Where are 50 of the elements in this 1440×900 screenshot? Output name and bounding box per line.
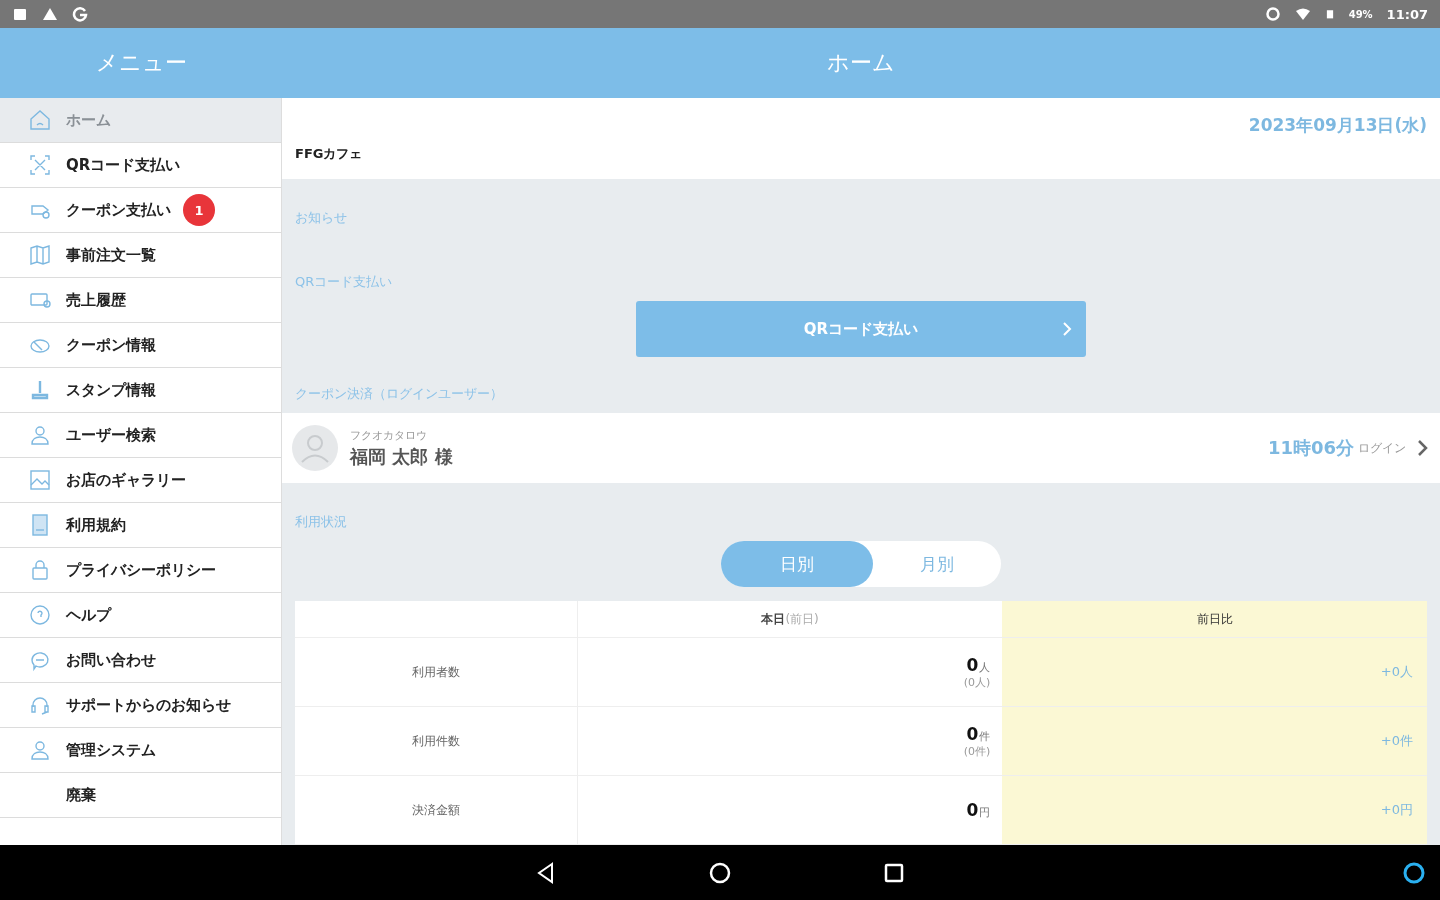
login-time: 11時06分: [1267, 436, 1354, 460]
name-reading: フクオカタロウ: [350, 427, 428, 443]
unit: 件: [979, 729, 991, 743]
date: 2023年09月13日(水): [1248, 114, 1427, 137]
difference: +0件: [1380, 733, 1413, 748]
difference: +0人: [1380, 664, 1413, 679]
battery-level: 49%: [1348, 8, 1373, 20]
avatar-icon: [292, 425, 338, 471]
unit: 人: [979, 660, 991, 674]
section-heading: お知らせ: [294, 210, 348, 225]
row-label: 決済金額: [412, 802, 460, 817]
previous-value: (0件): [963, 743, 991, 759]
row-label: 利用件数: [412, 733, 460, 748]
shop-name: FFGカフェ: [295, 146, 363, 161]
clock: 11:07: [1386, 6, 1428, 22]
chevron-icon: [1416, 438, 1430, 458]
g-shaped-icon: [72, 6, 88, 22]
warning-icon: [42, 6, 58, 22]
unit: 円: [979, 806, 991, 819]
section-heading: QRコード支払い: [294, 273, 394, 291]
column-header: 前日比: [1196, 611, 1233, 626]
value: 0: [966, 654, 979, 675]
wifi-icon: [1294, 6, 1311, 22]
home-icon[interactable]: [708, 860, 732, 885]
column-header: 本日: [761, 611, 786, 626]
section-heading: 利用状況: [294, 513, 348, 531]
help-icon: [28, 603, 52, 627]
user-name: 福岡 太郎 様: [350, 444, 453, 469]
value: 0: [966, 723, 979, 744]
column-note: (前日): [785, 611, 819, 626]
user-row[interactable]: フクオカタロウ 福岡 太郎 様 11時06分 ログイン: [282, 413, 1440, 483]
notification-badge: 1: [183, 194, 215, 226]
home-icon: [28, 108, 52, 132]
image-icon: [28, 468, 52, 492]
qr-scan-icon: [28, 153, 52, 177]
value: 0: [966, 800, 979, 820]
ring-icon[interactable]: [1402, 861, 1426, 885]
image-icon: [12, 6, 28, 22]
map-icon: [28, 243, 52, 267]
user-icon: [28, 738, 52, 762]
login-label: ログイン: [1358, 439, 1406, 457]
chevron-icon: [1062, 322, 1072, 336]
previous-value: (0人): [963, 674, 991, 690]
user-icon: [28, 423, 52, 447]
page-title: ホーム: [827, 49, 895, 77]
row-label: 利用者数: [412, 664, 460, 679]
circle-icon: [1264, 6, 1281, 22]
difference: +0円: [1380, 802, 1413, 817]
menu-title: メニュー: [95, 49, 187, 77]
section-heading: クーポン決済（ログインユーザー）: [294, 386, 504, 401]
